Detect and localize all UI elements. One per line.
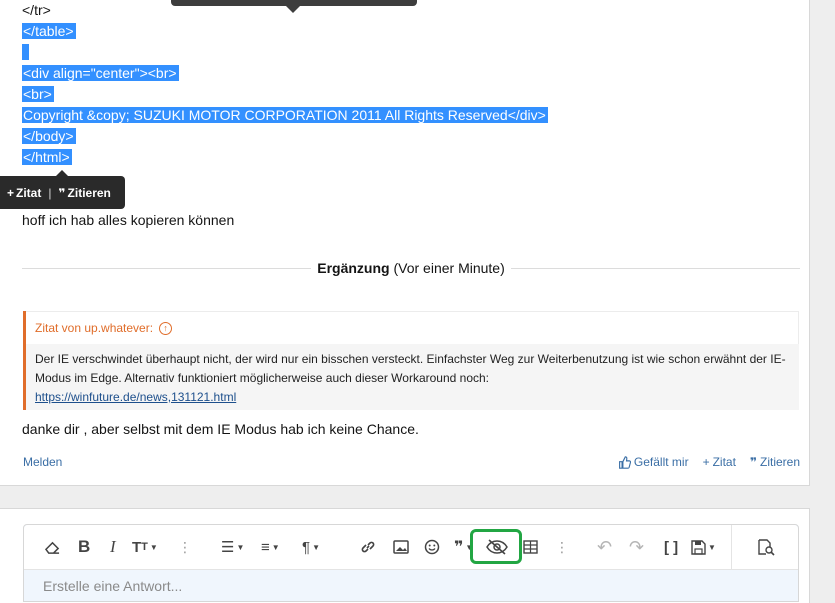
eraser-icon[interactable]: [44, 537, 61, 557]
undo-icon[interactable]: ↶: [597, 537, 612, 557]
paragraph-icon[interactable]: ¶ ▼: [302, 537, 320, 557]
quick-zitat-label: Zitat: [16, 185, 42, 200]
list-icon[interactable]: ☰ ▼: [221, 537, 244, 557]
link-icon[interactable]: [360, 537, 376, 557]
divider-line: [510, 267, 801, 269]
editor-toolbar: B I T T ▼ ⋮ ☰ ▼ ≡ ▼ ¶ ▼ ❞ ▼ ⋮ ↶ ↷ [ ] ▼: [24, 525, 798, 570]
cite-button[interactable]: ❞ Zitieren: [750, 455, 800, 469]
quick-zitieren-button[interactable]: ❞ Zitieren: [58, 186, 110, 200]
quote-header[interactable]: Zitat von up.whatever: ↑: [26, 311, 799, 344]
italic-icon[interactable]: I: [110, 537, 116, 557]
drafts-icon[interactable]: ▼: [691, 537, 716, 557]
quote-block: Zitat von up.whatever: ↑ Der IE verschwi…: [23, 311, 799, 410]
align-icon[interactable]: ≡ ▼: [261, 537, 280, 557]
code-line-selected: [22, 44, 29, 60]
quote-button[interactable]: + Zitat: [703, 455, 736, 469]
post-actions: Melden Gefällt mir + Zitat ❞ Zitieren: [23, 455, 800, 471]
selection-quote-toolbar: + Zitat | ❞ Zitieren: [0, 170, 125, 209]
more-dots-icon[interactable]: ⋮: [178, 537, 192, 557]
like-label: Gefällt mir: [633, 455, 689, 469]
plus-icon: +: [7, 185, 15, 200]
bold-icon[interactable]: B: [78, 537, 90, 557]
code-line-selected: </table>: [22, 23, 76, 39]
addition-title: Ergänzung: [317, 260, 390, 276]
reply-editor: B I TT▼ ⋮ ☰▼ ≡▼ ¶▼ ❞▼ ⋮ ↶ ↷ [ ] ▼: [23, 524, 799, 602]
smiley-icon[interactable]: [424, 537, 440, 557]
quote-body: Der IE verschwindet überhaupt nicht, der…: [26, 344, 799, 407]
quote-author[interactable]: Zitat von up.whatever:: [35, 312, 153, 344]
plus-icon: +: [702, 455, 710, 469]
toolbar-separator: |: [48, 185, 52, 200]
code-line-selected: </html>: [22, 149, 72, 165]
quote-link[interactable]: https://winfuture.de/news,131121.html: [35, 390, 236, 404]
addition-label: Ergänzung (Vor einer Minute): [311, 260, 511, 276]
like-button[interactable]: Gefällt mir: [618, 455, 689, 469]
quote-label: Zitat: [712, 455, 736, 469]
table-icon[interactable]: [523, 537, 538, 557]
quote-marks-icon: ❞: [58, 185, 66, 200]
report-link[interactable]: Melden: [23, 455, 62, 469]
code-line-selected: <div align="center"><br>: [22, 65, 179, 81]
quick-zitieren-label: Zitieren: [67, 185, 111, 200]
highlight-box: [470, 529, 522, 564]
thumbs-up-icon: [618, 455, 631, 469]
addition-divider: Ergänzung (Vor einer Minute): [22, 258, 801, 278]
post-code-content: </tr> </table> <div align="center"><br> …: [22, 0, 548, 168]
quote-marks-icon: ❞: [749, 455, 757, 469]
bbcode-icon[interactable]: [ ]: [664, 537, 678, 557]
cite-label: Zitieren: [759, 455, 800, 469]
image-icon[interactable]: [393, 537, 409, 557]
toolbar-divider: [731, 525, 732, 569]
code-line: </tr>: [22, 2, 51, 18]
post-text: danke dir , aber selbst mit dem IE Modus…: [22, 421, 419, 437]
redo-icon[interactable]: ↷: [629, 537, 644, 557]
addition-time: (Vor einer Minute): [393, 260, 505, 276]
more-dots-icon[interactable]: ⋮: [555, 537, 569, 557]
post-text: hoff ich hab alles kopieren können: [22, 212, 235, 228]
code-line-selected: <br>: [22, 86, 54, 102]
code-line-selected: </body>: [22, 128, 76, 144]
code-line-selected: Copyright &copy; SUZUKI MOTOR CORPORATIO…: [22, 107, 548, 123]
arrow-up-circle-icon[interactable]: ↑: [159, 321, 173, 335]
quick-zitat-button[interactable]: + Zitat: [7, 186, 41, 200]
quote-text: Der IE verschwindet überhaupt nicht, der…: [35, 352, 786, 385]
reply-input[interactable]: Erstelle eine Antwort...: [43, 578, 182, 594]
text-size-icon[interactable]: T T ▼: [132, 537, 158, 557]
preview-icon[interactable]: [757, 537, 775, 557]
divider-line: [22, 267, 312, 269]
